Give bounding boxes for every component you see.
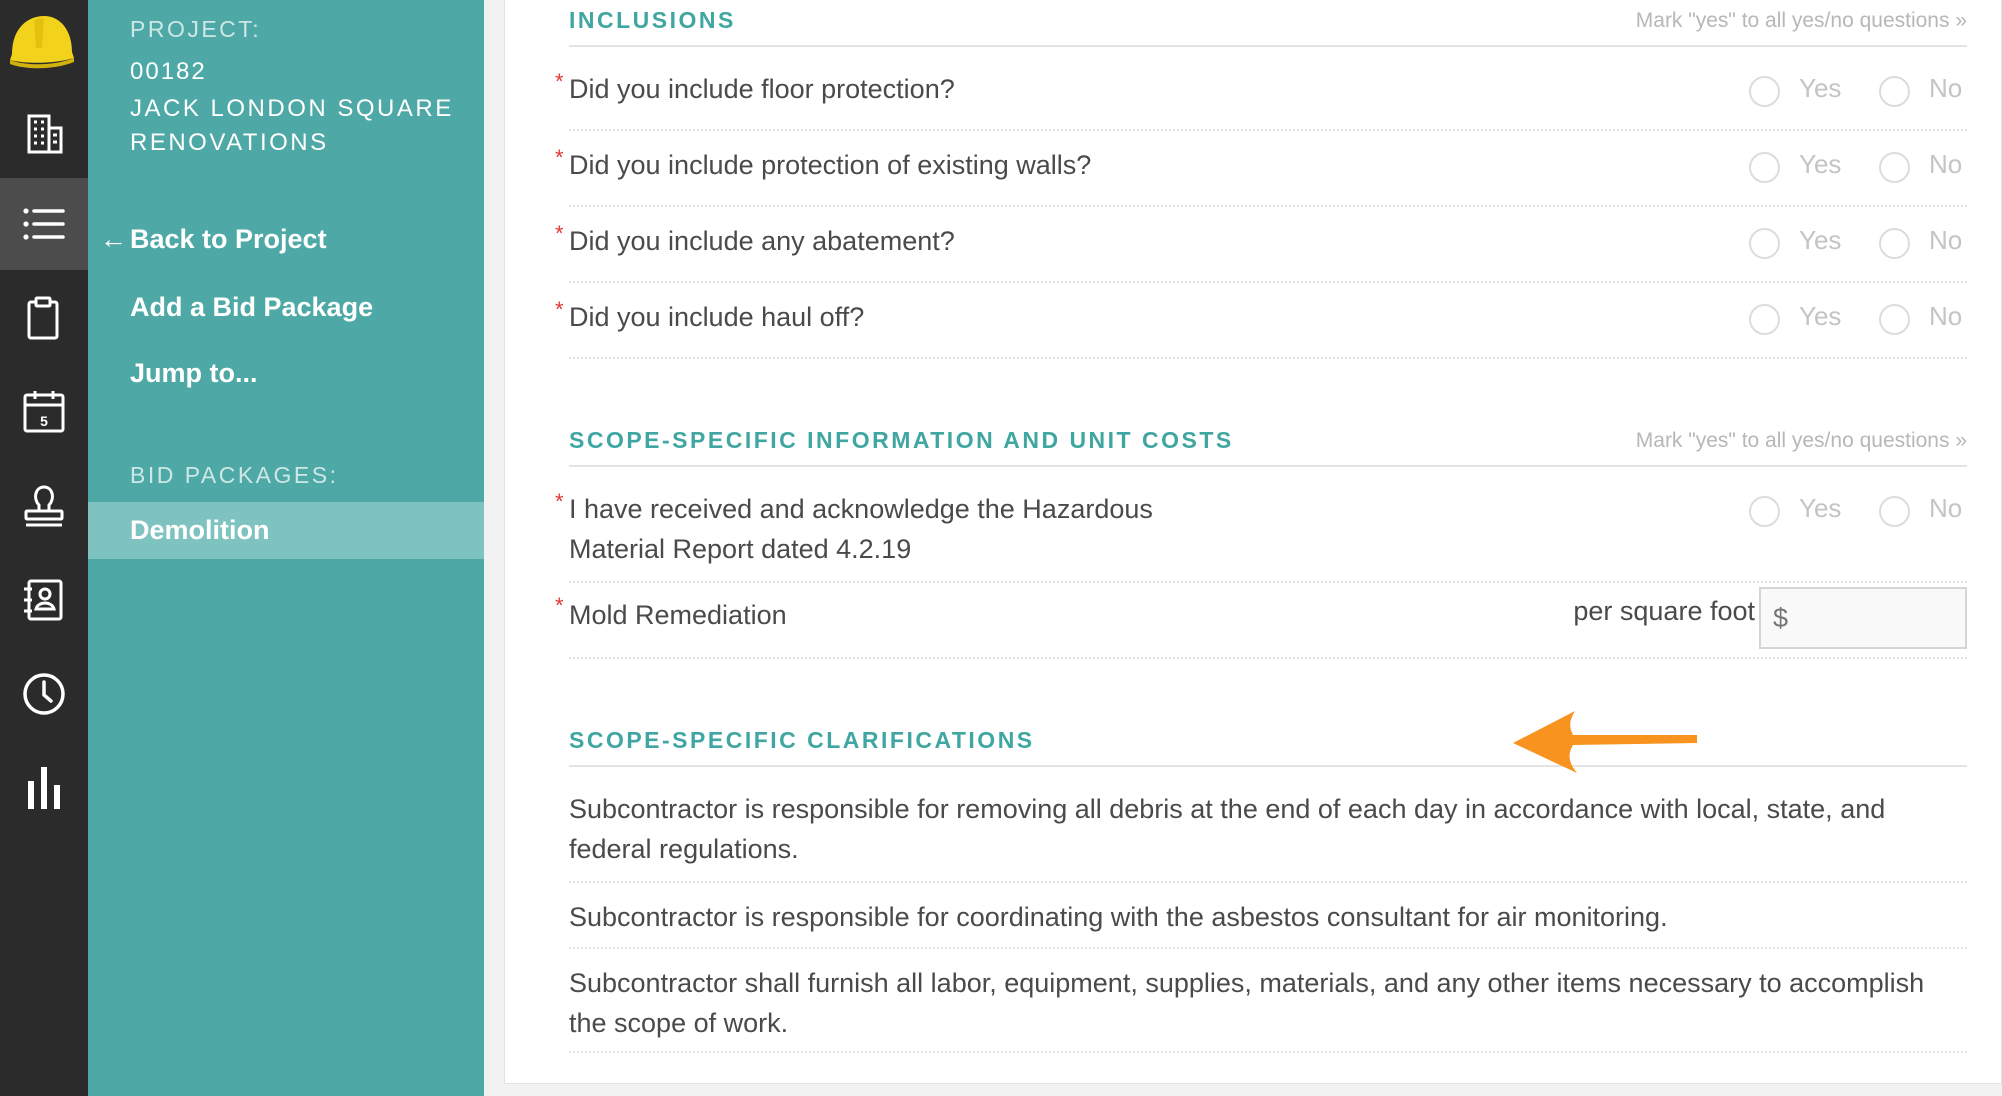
mold-remediation-cost-input[interactable] [1759,587,1967,649]
inclusions-title: INCLUSIONS [569,7,736,33]
no-label: No [1929,73,1963,103]
yes-radio[interactable] [1749,496,1780,527]
main-content: INCLUSIONS Mark "yes" to all yes/no ques… [484,0,2002,1096]
question-text: Did you include floor protection? [569,74,955,104]
yes-radio[interactable] [1749,152,1780,183]
bar-chart-icon[interactable] [0,742,88,834]
contacts-icon[interactable] [0,554,88,646]
yes-no-group: Yes No [1749,71,1967,111]
yes-label: Yes [1799,149,1842,179]
project-name: JACK LONDON SQUARE RENOVATIONS [130,95,454,156]
question-abatement: * Did you include any abatement? Yes No [555,213,1967,283]
question-text: Mold Remediation [569,600,787,630]
question-hazardous-report: * I have received and acknowledge the Ha… [555,481,1967,583]
question-mold-remediation: * Mold Remediation per square foot [555,585,1967,659]
clarification-text: Subcontractor is responsible for coordin… [569,902,1668,932]
required-asterisk: * [555,145,564,170]
back-arrow-icon: ← [100,224,127,254]
clarifications-header: SCOPE-SPECIFIC CLARIFICATIONS [569,717,1967,767]
required-asterisk: * [555,221,564,246]
no-label: No [1929,225,1963,255]
clarification-item: Subcontractor is responsible for removin… [569,783,1967,883]
no-label: No [1929,149,1963,179]
clarification-text: Subcontractor is responsible for removin… [569,794,1886,864]
clarifications-title: SCOPE-SPECIFIC CLARIFICATIONS [569,727,1035,753]
yes-no-group: Yes No [1749,299,1967,339]
yes-no-group: Yes No [1749,223,1967,263]
yes-label: Yes [1799,73,1842,103]
no-label: No [1929,493,1963,523]
list-icon[interactable] [0,178,88,270]
hard-hat-logo[interactable] [4,8,76,74]
add-bid-package-link[interactable]: Add a Bid Package [130,292,373,323]
yes-label: Yes [1799,225,1842,255]
yes-label: Yes [1799,493,1842,523]
annotation-arrow-icon [1513,711,1697,773]
required-asterisk: * [555,69,564,94]
project-label: PROJECT: [130,16,262,42]
yes-radio[interactable] [1749,76,1780,107]
clarification-item: Subcontractor is responsible for coordin… [569,885,1967,949]
per-square-foot-label: per square foot [1573,596,1755,626]
jump-to-link[interactable]: Jump to... [130,358,258,389]
bid-packages-label: BID PACKAGES: [130,462,339,488]
no-label: No [1929,301,1963,331]
required-asterisk: * [555,297,564,322]
question-text: Did you include any abatement? [569,226,955,256]
required-asterisk: * [555,489,564,514]
project-number: 00182 [130,58,207,85]
calendar-day: 5 [40,413,48,429]
bid-form-card: INCLUSIONS Mark "yes" to all yes/no ques… [504,0,2002,1084]
bid-package-demolition[interactable]: Demolition [88,502,484,559]
yes-no-group: Yes No [1749,147,1967,187]
required-asterisk: * [555,593,564,618]
back-to-project-label: Back to Project [130,224,327,254]
yes-radio[interactable] [1749,228,1780,259]
clarification-text: Subcontractor shall furnish all labor, e… [569,968,1925,1038]
back-to-project-link[interactable]: ← Back to Project [100,224,327,255]
question-existing-walls: * Did you include protection of existing… [555,137,1967,207]
no-radio[interactable] [1879,228,1910,259]
question-text: Did you include protection of existing w… [569,150,1092,180]
clipboard-icon[interactable] [0,272,88,364]
stamp-icon[interactable] [0,460,88,552]
question-text: Did you include haul off? [569,302,865,332]
yes-label: Yes [1799,301,1842,331]
no-radio[interactable] [1879,496,1910,527]
yes-no-group: Yes No [1749,491,1967,531]
icon-rail: 5 [0,0,88,1096]
question-text-line-2: Material Report dated 4.2.19 [569,534,912,564]
scope-info-title: SCOPE-SPECIFIC INFORMATION AND UNIT COST… [569,427,1234,453]
question-floor-protection: * Did you include floor protection? Yes … [555,61,1967,131]
scope-info-mark-all-yes-link[interactable]: Mark "yes" to all yes/no questions » [1636,429,1967,453]
inclusions-mark-all-yes-link[interactable]: Mark "yes" to all yes/no questions » [1636,9,1967,33]
clarification-item: Subcontractor shall furnish all labor, e… [569,951,1967,1053]
yes-radio[interactable] [1749,304,1780,335]
no-radio[interactable] [1879,76,1910,107]
no-radio[interactable] [1879,304,1910,335]
scope-info-header: SCOPE-SPECIFIC INFORMATION AND UNIT COST… [569,417,1967,467]
project-sidebar: PROJECT: 00182 JACK LONDON SQUARE RENOVA… [88,0,484,1096]
no-radio[interactable] [1879,152,1910,183]
inclusions-header: INCLUSIONS Mark "yes" to all yes/no ques… [569,0,1967,47]
building-icon[interactable] [0,88,88,180]
calendar-icon[interactable]: 5 [0,366,88,458]
clock-icon[interactable] [0,648,88,740]
question-text-line-1: I have received and acknowledge the Haza… [569,494,1153,524]
question-haul-off: * Did you include haul off? Yes No [555,289,1967,359]
